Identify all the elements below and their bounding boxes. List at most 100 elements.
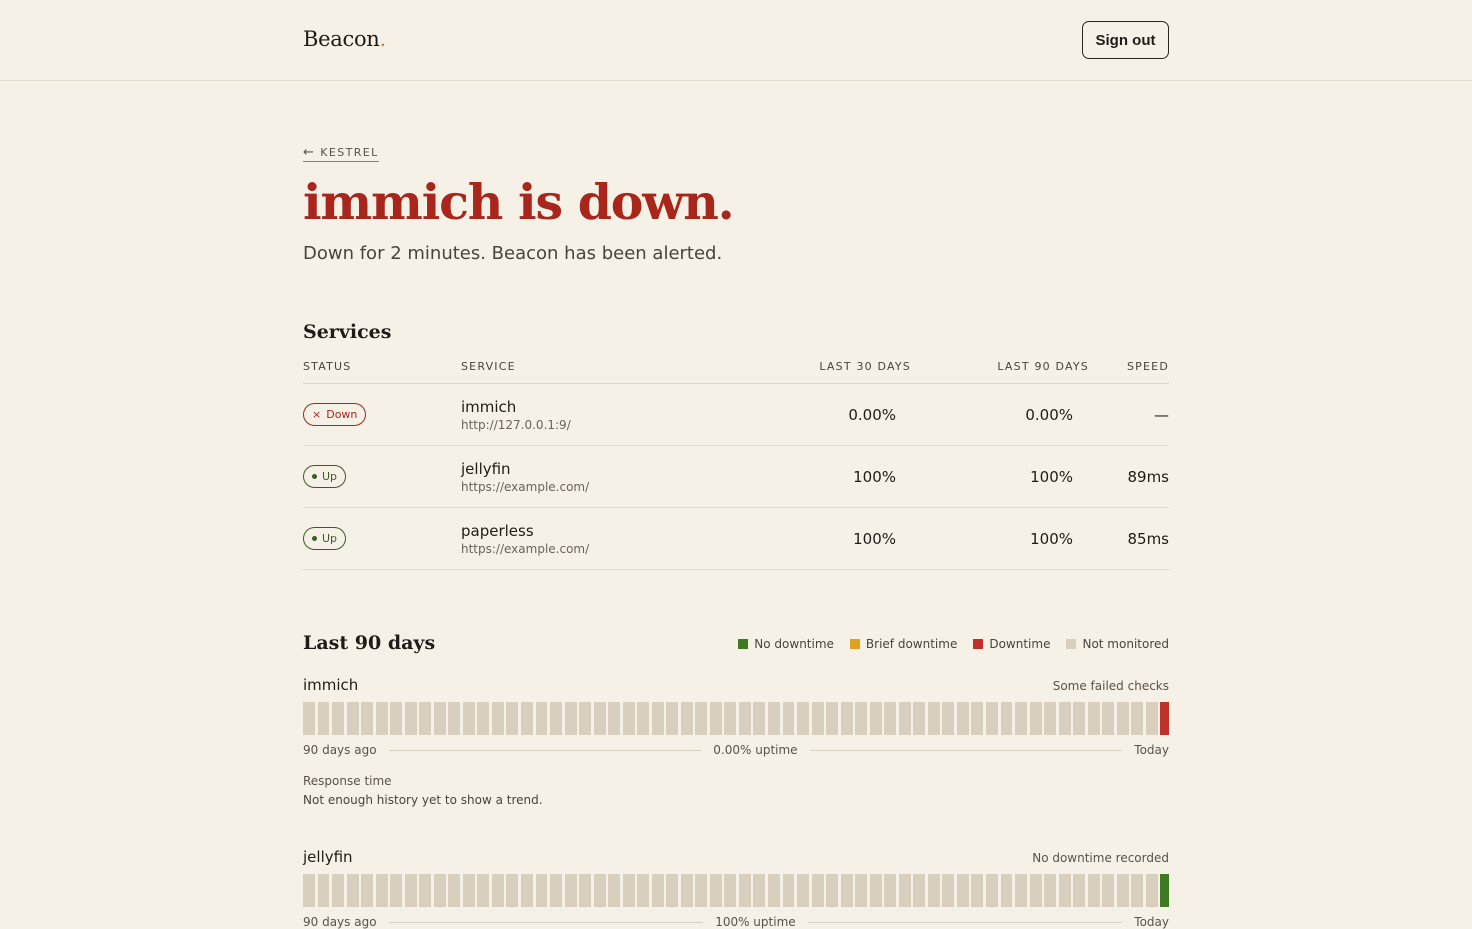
day-bar[interactable] bbox=[927, 702, 940, 735]
day-bar[interactable] bbox=[797, 702, 809, 735]
day-bar[interactable] bbox=[869, 874, 882, 907]
day-bar[interactable] bbox=[1160, 874, 1169, 907]
day-bar[interactable] bbox=[491, 874, 504, 907]
day-bar[interactable] bbox=[317, 874, 330, 907]
day-bar[interactable] bbox=[753, 702, 766, 735]
day-bar[interactable] bbox=[1116, 874, 1129, 907]
day-bar[interactable] bbox=[550, 702, 562, 735]
day-bar[interactable] bbox=[1058, 702, 1071, 735]
day-bar[interactable] bbox=[956, 702, 969, 735]
day-bar[interactable] bbox=[724, 874, 737, 907]
day-bar[interactable] bbox=[419, 702, 432, 735]
day-bar[interactable] bbox=[462, 702, 475, 735]
day-bar[interactable] bbox=[811, 702, 824, 735]
day-bar[interactable] bbox=[1044, 874, 1057, 907]
day-bar[interactable] bbox=[855, 874, 868, 907]
day-bar[interactable] bbox=[898, 702, 911, 735]
day-bar[interactable] bbox=[346, 702, 359, 735]
day-bar[interactable] bbox=[433, 874, 446, 907]
day-bar[interactable] bbox=[477, 702, 490, 735]
day-bar[interactable] bbox=[637, 702, 650, 735]
service-name[interactable]: immich bbox=[461, 398, 516, 416]
service-name[interactable]: jellyfin bbox=[461, 460, 511, 478]
day-bar[interactable] bbox=[462, 874, 475, 907]
day-bar[interactable] bbox=[622, 702, 635, 735]
day-bar[interactable] bbox=[680, 702, 693, 735]
day-bar[interactable] bbox=[419, 874, 432, 907]
day-bar[interactable] bbox=[1044, 702, 1057, 735]
day-bar[interactable] bbox=[709, 874, 722, 907]
day-bar[interactable] bbox=[361, 874, 374, 907]
day-bar[interactable] bbox=[1102, 874, 1115, 907]
day-bar[interactable] bbox=[375, 702, 388, 735]
day-bar[interactable] bbox=[811, 874, 824, 907]
day-bar[interactable] bbox=[1160, 702, 1169, 735]
day-bar[interactable] bbox=[404, 874, 417, 907]
day-bar[interactable] bbox=[884, 874, 897, 907]
day-bar[interactable] bbox=[680, 874, 693, 907]
table-row[interactable]: Up paperless https://example.com/ 100% 1… bbox=[303, 508, 1169, 570]
day-bar[interactable] bbox=[1116, 702, 1129, 735]
day-bar[interactable] bbox=[535, 702, 548, 735]
day-bar[interactable] bbox=[1073, 702, 1086, 735]
day-bar[interactable] bbox=[303, 702, 315, 735]
day-bar[interactable] bbox=[535, 874, 548, 907]
day-bar[interactable] bbox=[898, 874, 911, 907]
day-bar[interactable] bbox=[390, 874, 403, 907]
day-bar[interactable] bbox=[942, 874, 955, 907]
day-bar[interactable] bbox=[1145, 874, 1158, 907]
day-bar[interactable] bbox=[782, 702, 795, 735]
day-bar[interactable] bbox=[797, 874, 809, 907]
day-bar[interactable] bbox=[477, 874, 490, 907]
day-bar[interactable] bbox=[550, 874, 562, 907]
day-bar[interactable] bbox=[564, 702, 577, 735]
day-bar[interactable] bbox=[1015, 702, 1027, 735]
day-bar[interactable] bbox=[317, 702, 330, 735]
day-bar[interactable] bbox=[1015, 874, 1027, 907]
day-bar[interactable] bbox=[782, 874, 795, 907]
day-bar[interactable] bbox=[332, 874, 344, 907]
day-bar[interactable] bbox=[1000, 874, 1013, 907]
day-bar[interactable] bbox=[433, 702, 446, 735]
day-bar[interactable] bbox=[608, 702, 621, 735]
day-bar[interactable] bbox=[448, 702, 461, 735]
day-bar[interactable] bbox=[506, 874, 519, 907]
service-name[interactable]: paperless bbox=[461, 522, 534, 540]
day-bar[interactable] bbox=[1058, 874, 1071, 907]
day-bar[interactable] bbox=[1029, 874, 1042, 907]
day-bar[interactable] bbox=[579, 874, 592, 907]
day-bar[interactable] bbox=[375, 874, 388, 907]
day-bar[interactable] bbox=[390, 702, 403, 735]
day-bar[interactable] bbox=[1073, 874, 1086, 907]
sign-out-button[interactable]: Sign out bbox=[1082, 21, 1169, 59]
day-bar[interactable] bbox=[942, 702, 955, 735]
day-bar[interactable] bbox=[709, 702, 722, 735]
day-bar[interactable] bbox=[593, 702, 606, 735]
brand-logo[interactable]: Beacon. bbox=[303, 27, 386, 51]
day-bar[interactable] bbox=[404, 702, 417, 735]
day-bar[interactable] bbox=[1145, 702, 1158, 735]
day-bar[interactable] bbox=[956, 874, 969, 907]
day-bar[interactable] bbox=[361, 702, 374, 735]
day-bar[interactable] bbox=[869, 702, 882, 735]
back-to-kestrel-link[interactable]: ← KESTREL bbox=[303, 145, 379, 162]
day-bar[interactable] bbox=[1000, 702, 1013, 735]
day-bar[interactable] bbox=[884, 702, 897, 735]
day-bar[interactable] bbox=[1029, 702, 1042, 735]
day-bar[interactable] bbox=[520, 874, 533, 907]
day-bar[interactable] bbox=[985, 702, 998, 735]
day-bar[interactable] bbox=[332, 702, 344, 735]
day-bar[interactable] bbox=[768, 702, 780, 735]
day-bar[interactable] bbox=[637, 874, 650, 907]
day-bar[interactable] bbox=[506, 702, 519, 735]
day-bar[interactable] bbox=[448, 874, 461, 907]
day-bar[interactable] bbox=[971, 702, 984, 735]
table-row[interactable]: × Down immich http://127.0.0.1:9/ 0.00% … bbox=[303, 384, 1169, 446]
day-bar[interactable] bbox=[927, 874, 940, 907]
day-bar[interactable] bbox=[840, 702, 853, 735]
day-bar[interactable] bbox=[564, 874, 577, 907]
day-bar[interactable] bbox=[840, 874, 853, 907]
day-bar[interactable] bbox=[666, 702, 679, 735]
day-bar[interactable] bbox=[913, 702, 926, 735]
day-bar[interactable] bbox=[622, 874, 635, 907]
